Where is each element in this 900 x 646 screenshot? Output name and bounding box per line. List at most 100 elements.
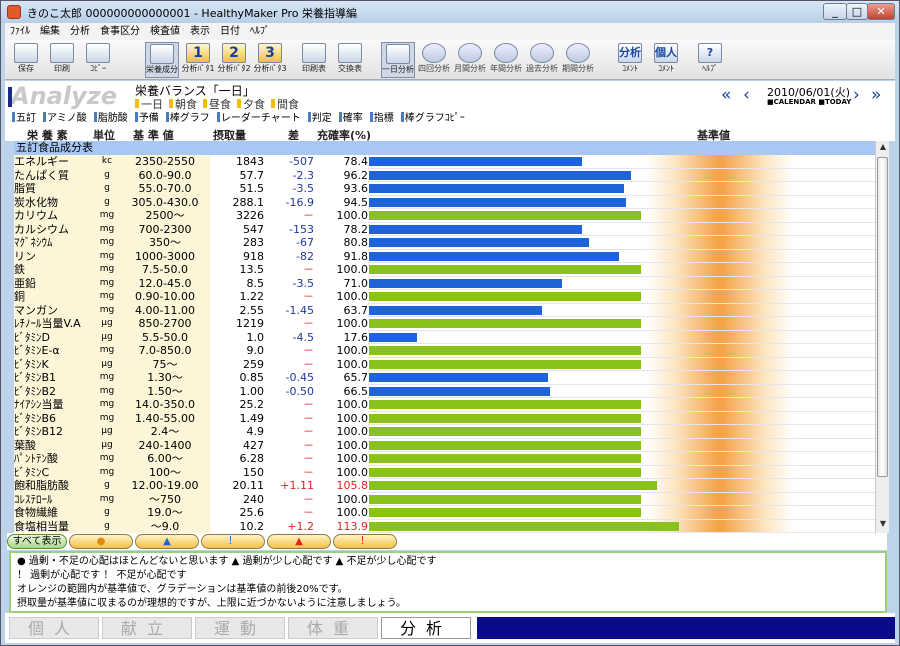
table-row[interactable]: 脂質 g 55.0-70.0 51.5 -3.5 93.6 (14, 182, 875, 196)
prev-day-icon[interactable]: ‹ (743, 85, 750, 105)
filter-button-2[interactable]: ▲ (135, 534, 199, 549)
period-3[interactable]: 夕食 (237, 98, 265, 111)
toolbar-button-17[interactable]: ? ﾍﾙﾌﾟ (693, 42, 727, 78)
menu-item-5[interactable]: 表示 (185, 23, 215, 40)
next-day-icon[interactable]: › (853, 85, 860, 105)
table-row[interactable]: ﾋﾞﾀﾐﾝD μg 5.5-50.0 1.0 -4.5 17.6 (14, 330, 875, 344)
toolbar-button-2[interactable]: ｺﾋﾟｰ (81, 42, 115, 78)
toolbar-button-7[interactable]: 印刷表 (297, 42, 331, 78)
minimize-button[interactable]: _ (823, 3, 847, 20)
calendar-today-links[interactable]: ■CALENDAR ■TODAY (767, 98, 851, 106)
menu-item-7[interactable]: ﾍﾙﾌﾟ (245, 23, 275, 40)
table-row[interactable]: マンガン mg 4.00-11.00 2.55 -1.45 63.7 (14, 303, 875, 317)
table-row[interactable]: 鉄 mg 7.5-50.0 13.5 － 100.0 (14, 263, 875, 277)
nutrient-unit: μg (94, 357, 120, 371)
table-row[interactable]: ﾅｲｱｼﾝ当量 mg 14.0-350.0 25.2 － 100.0 (14, 398, 875, 412)
table-row[interactable]: ﾋﾞﾀﾐﾝB12 μg 2.4～ 4.9 － 100.0 (14, 425, 875, 439)
table-row[interactable]: ﾋﾞﾀﾐﾝB6 mg 1.40-55.00 1.49 － 100.0 (14, 411, 875, 425)
toolbar-button-5[interactable]: 2 分析ﾊﾟﾀ2 (217, 42, 251, 78)
table-row[interactable]: 炭水化物 g 305.0-430.0 288.1 -16.9 94.5 (14, 195, 875, 209)
table-row[interactable]: 飽和脂肪酸 g 12.00-19.00 20.11 +1.11 105.8 (14, 479, 875, 493)
table-row[interactable]: 食塩相当量 g ～9.0 10.2 +1.2 113.9 (14, 519, 875, 533)
filter-button-0[interactable]: すべて表示 (7, 534, 67, 549)
menu-item-4[interactable]: 検査値 (145, 23, 185, 40)
option-1[interactable]: アミノ酸 (43, 111, 87, 127)
vertical-scrollbar[interactable]: ▲ ▼ (875, 141, 889, 533)
option-9[interactable]: 棒グラフｺﾋﾟｰ (400, 111, 465, 127)
period-0[interactable]: 一日 (135, 98, 163, 111)
tab-2[interactable]: 運動 (195, 617, 285, 639)
filter-button-5[interactable]: ！ (333, 534, 397, 549)
last-page-icon[interactable]: » (871, 85, 881, 105)
toolbar-button-1[interactable]: 印刷 (45, 42, 79, 78)
title-bar[interactable]: きのこ太郎 000000000000001 - HealthyMaker Pro… (1, 1, 899, 23)
table-row[interactable]: リン mg 1000-3000 918 -82 91.8 (14, 249, 875, 263)
table-row[interactable]: 食物繊維 g 19.0～ 25.6 － 100.0 (14, 506, 875, 520)
menu-item-2[interactable]: 分析 (65, 23, 95, 40)
table-row[interactable]: 葉酸 μg 240-1400 427 － 100.0 (14, 438, 875, 452)
tab-0[interactable]: 個人 (9, 617, 99, 639)
table-row[interactable]: 亜鉛 mg 12.0-45.0 8.5 -3.5 71.0 (14, 276, 875, 290)
toolbar-button-16[interactable]: 個人 ｺﾒﾝﾄ (649, 42, 683, 78)
table-row[interactable]: ﾋﾞﾀﾐﾝE-α mg 7.0-850.0 9.0 － 100.0 (14, 344, 875, 358)
legend-line-1: ！ 過剰が心配です ！ 不足が心配です (17, 570, 187, 581)
toolbar-button-11[interactable]: 月間分析 (453, 42, 487, 78)
table-row[interactable]: カリウム mg 2500～ 3226 － 100.0 (14, 209, 875, 223)
option-2[interactable]: 脂肪酸 (93, 111, 128, 127)
period-4[interactable]: 間食 (271, 98, 299, 111)
toolbar-button-6[interactable]: 3 分析ﾊﾟﾀ3 (253, 42, 287, 78)
option-0[interactable]: 五訂 (12, 111, 36, 127)
nutrient-diff: － (264, 506, 314, 520)
table-row[interactable]: ﾋﾞﾀﾐﾝC mg 100～ 150 － 100.0 (14, 465, 875, 479)
nutrient-name: ﾅｲｱｼﾝ当量 (14, 398, 94, 412)
toolbar-button-8[interactable]: 交換表 (333, 42, 367, 78)
tab-4[interactable]: 分析 (381, 617, 471, 639)
table-row[interactable]: ﾊﾟﾝﾄﾃﾝ酸 mg 6.00～ 6.28 － 100.0 (14, 452, 875, 466)
menu-item-1[interactable]: 編集 (35, 23, 65, 40)
period-1[interactable]: 朝食 (169, 98, 197, 111)
tab-3[interactable]: 体重 (288, 617, 378, 639)
legend-line-3: 摂取量が基準値に収まるのが理想的ですが、上限に近づかないように注意しましょう。 (17, 598, 406, 609)
first-page-icon[interactable]: « (721, 85, 731, 105)
toolbar-button-12[interactable]: 年間分析 (489, 42, 523, 78)
toolbar-button-10[interactable]: 四回分析 (417, 42, 451, 78)
close-button[interactable]: ✕ (867, 3, 895, 20)
option-8[interactable]: 指標 (369, 111, 394, 127)
option-3[interactable]: 予備 (134, 111, 159, 127)
toolbar-button-3[interactable]: 栄養成分 (145, 42, 179, 78)
option-4[interactable]: 棒グラフ (165, 111, 210, 127)
toolbar-button-14[interactable]: 期間分析 (561, 42, 595, 78)
toolbar-button-13[interactable]: 過去分析 (525, 42, 559, 78)
table-row[interactable]: ｺﾚｽﾃﾛｰﾙ mg ～750 240 － 100.0 (14, 492, 875, 506)
scroll-thumb[interactable] (877, 157, 888, 477)
table-row[interactable]: ﾏｸﾞﾈｼｳﾑ mg 350～ 283 -67 80.8 (14, 236, 875, 250)
table-row[interactable]: ﾋﾞﾀﾐﾝK μg 75～ 259 － 100.0 (14, 357, 875, 371)
table-row[interactable]: ﾚﾁﾉｰﾙ当量V.A μg 850-2700 1219 － 100.0 (14, 317, 875, 331)
period-2[interactable]: 昼食 (203, 98, 231, 111)
table-row[interactable]: ﾋﾞﾀﾐﾝB1 mg 1.30～ 0.85 -0.45 65.7 (14, 371, 875, 385)
scroll-down-icon[interactable]: ▼ (876, 519, 890, 531)
table-row[interactable]: 銅 mg 0.90-10.00 1.22 － 100.0 (14, 290, 875, 304)
tab-1[interactable]: 献立 (102, 617, 192, 639)
filter-button-1[interactable]: ● (69, 534, 133, 549)
menu-item-3[interactable]: 食事区分 (95, 23, 145, 40)
scroll-up-icon[interactable]: ▲ (876, 142, 890, 154)
menu-item-6[interactable]: 日付 (215, 23, 245, 40)
nutrient-table[interactable]: 五訂食品成分表 エネルギー kc 2350-2550 1843 -507 78.4 たんぱく… (14, 141, 875, 533)
table-row[interactable]: エネルギー kc 2350-2550 1843 -507 78.4 (14, 155, 875, 169)
option-6[interactable]: 判定 (307, 111, 332, 127)
table-row[interactable]: カルシウム mg 700-2300 547 -153 78.2 (14, 222, 875, 236)
toolbar-button-4[interactable]: 1 分析ﾊﾟﾀ1 (181, 42, 215, 78)
toolbar-button-15[interactable]: 分析 ｺﾒﾝﾄ (613, 42, 647, 78)
table-row[interactable]: たんぱく質 g 60.0-90.0 57.7 -2.3 96.2 (14, 168, 875, 182)
toolbar-button-0[interactable]: 保存 (9, 42, 43, 78)
filter-button-3[interactable]: ！ (201, 534, 265, 549)
table-row[interactable]: ﾋﾞﾀﾐﾝB2 mg 1.50～ 1.00 -0.50 66.5 (14, 384, 875, 398)
option-5[interactable]: レーダーチャート (216, 111, 301, 127)
menu-item-0[interactable]: ﾌｧｲﾙ (5, 23, 35, 40)
toolbar-button-9[interactable]: 一日分析 (381, 42, 415, 78)
filter-button-4[interactable]: ▲ (267, 534, 331, 549)
maximize-button[interactable]: □ (846, 3, 868, 20)
option-7[interactable]: 確率 (338, 111, 363, 127)
nutrient-diff: +1.11 (264, 479, 314, 493)
